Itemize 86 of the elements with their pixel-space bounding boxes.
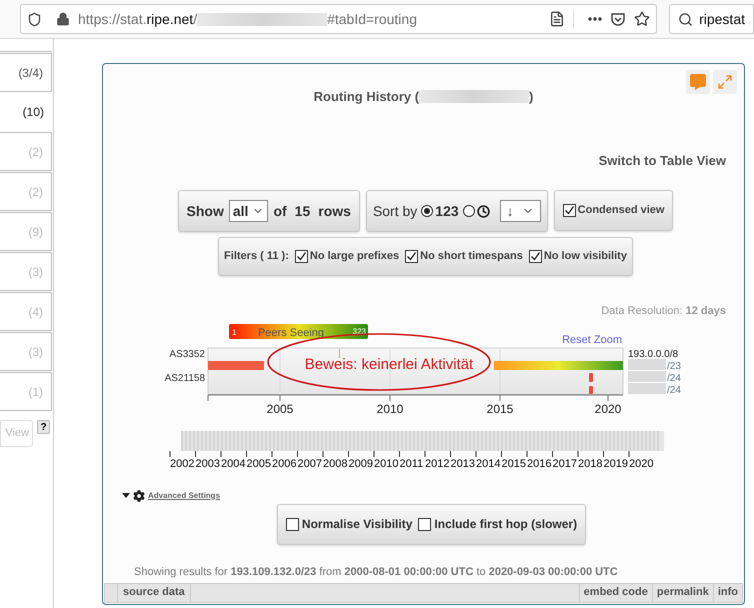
footer-link[interactable]: embed code (578, 584, 652, 602)
visibility-tick (339, 348, 340, 358)
year-label: 2006 (272, 458, 296, 470)
footer-link[interactable]: info (712, 584, 742, 602)
axis-label: 2010 (376, 402, 404, 416)
gear-icon (133, 490, 145, 502)
prefix-label: /24 (667, 372, 681, 384)
option-label: Include first hop (slower) (434, 516, 578, 533)
expand-toggle[interactable] (122, 492, 130, 498)
results-summary: Showing results for 193.109.132.0/23 from 2000-08-01 00:00:00 UTC to 2020-09-03 00:00:00 UTC (134, 566, 618, 578)
sidebar-item[interactable]: (10) (0, 92, 52, 131)
year-label: 2016 (527, 458, 552, 470)
address-bar[interactable]: https://stat.ripe.net/ #tabId=routing (20, 4, 658, 34)
help-button[interactable]: ? (37, 420, 50, 434)
as-label: AS21158 (164, 372, 205, 384)
year-label: 2019 (604, 458, 628, 470)
row-count: 15 (294, 202, 310, 220)
of-label: of (273, 202, 287, 220)
annotation-text: Beweis: keinerlei Aktivität (304, 356, 474, 372)
filter-label: No low visibility (544, 249, 627, 264)
footer-link[interactable]: permalink (652, 584, 713, 602)
blurred-text (628, 382, 666, 394)
year-label: 2014 (476, 458, 500, 470)
radio-button[interactable] (421, 205, 434, 217)
prefix-label: /24 (667, 384, 681, 396)
year-label: 2009 (348, 458, 373, 470)
radio-button[interactable] (462, 205, 475, 217)
footer-link[interactable]: source data (118, 584, 191, 602)
checkbox[interactable] (528, 250, 542, 263)
clock-icon (476, 204, 490, 218)
year-label: 2015 (502, 458, 526, 470)
expand-icon (717, 74, 733, 90)
year-label: 2010 (374, 458, 398, 470)
filters-label: Filters ( 11 ): (224, 249, 289, 264)
star-icon (634, 11, 650, 27)
checkbox[interactable] (286, 518, 299, 530)
speech-bubble-icon (690, 74, 706, 90)
switch-view-link[interactable]: Switch to Table View (598, 150, 726, 170)
prefix-label: 193.0.0.0/8 (628, 348, 678, 360)
blurred-text (628, 370, 666, 382)
lock-icon (56, 12, 70, 26)
checkbox[interactable] (294, 250, 308, 263)
year-label: 2007 (298, 458, 322, 470)
pocket-icon (610, 11, 626, 27)
shield-icon (27, 12, 42, 26)
url-text: https://stat.ripe.net/ #tabId=routing (78, 10, 417, 29)
year-label: 2011 (400, 458, 424, 470)
blurred-text (628, 358, 666, 370)
year-label: 2008 (323, 458, 348, 470)
prefix-label: /23 (667, 360, 681, 372)
condensed-view-toggle[interactable]: Condensed view (554, 190, 674, 231)
reset-zoom-link[interactable]: Reset Zoom (562, 334, 622, 346)
year-label: 2003 (196, 458, 220, 470)
data-resolution: Data Resolution: 12 days (601, 304, 726, 319)
as-label: AS3352 (169, 348, 205, 360)
search-field[interactable]: ripestat (669, 4, 754, 34)
sort-option-label: 123 (435, 202, 459, 220)
reader-view-icon (549, 11, 566, 27)
filter-label: No large prefixes (310, 249, 400, 264)
year-label: 2013 (450, 458, 475, 470)
show-label: Show (186, 202, 224, 220)
rows-select[interactable]: all (228, 200, 268, 222)
checkbox[interactable] (418, 518, 432, 530)
order-select[interactable]: ↓ (500, 200, 541, 222)
more-icon (588, 17, 602, 21)
option-label: Normalise Visibility (302, 516, 412, 533)
axis-label: 2020 (594, 402, 622, 416)
advanced-settings-link[interactable]: Advanced Settings (148, 490, 220, 502)
year-label: 2012 (425, 458, 450, 470)
year-label: 2018 (578, 458, 602, 470)
year-label: 2017 (552, 458, 577, 470)
sort-label: Sort by (372, 202, 418, 221)
year-label: 2004 (221, 458, 246, 470)
checkbox[interactable] (562, 204, 576, 217)
search-icon (678, 12, 694, 26)
axis-label: 2005 (266, 402, 294, 416)
sidebar-item[interactable]: (3/4) (0, 53, 52, 92)
year-label: 2002 (170, 458, 194, 470)
widget-title: Routing History ( ) (312, 88, 534, 106)
checkbox[interactable] (405, 250, 418, 263)
peers-legend: 1 Peers Seeing 323 (229, 324, 368, 338)
filter-label: No short timespans (420, 249, 523, 264)
rows-label: rows (318, 202, 351, 220)
year-label: 2020 (629, 458, 654, 470)
axis-label: 2015 (486, 402, 514, 416)
year-label: 2005 (246, 458, 271, 470)
